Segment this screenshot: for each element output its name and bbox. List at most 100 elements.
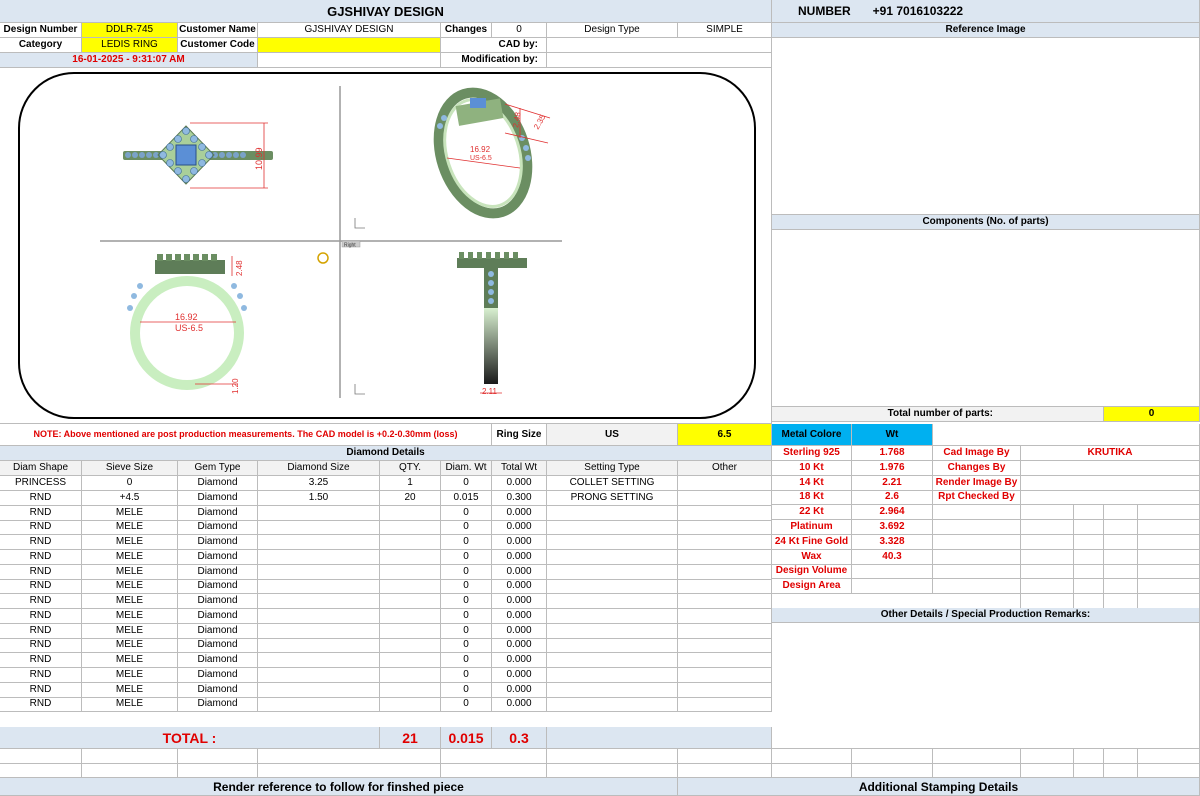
diamond-cell-other[interactable] [678, 505, 772, 521]
diamond-cell-total-wt[interactable]: 0.000 [492, 608, 547, 624]
diamond-cell-other[interactable] [678, 520, 772, 536]
diamond-cell-qty[interactable] [380, 667, 441, 683]
diamond-cell-diam-shape[interactable]: RND [0, 623, 82, 639]
diamond-cell-other[interactable] [678, 476, 772, 491]
diamond-cell-gem-type[interactable]: Diamond [178, 490, 258, 506]
diamond-cell-diam-wt[interactable]: 0 [441, 564, 492, 580]
diamond-cell-sieve-size[interactable]: MELE [82, 520, 178, 536]
diamond-cell-diam-shape[interactable]: RND [0, 682, 82, 698]
diamond-cell-gem-type[interactable]: Diamond [178, 682, 258, 698]
metal-weight[interactable]: 40.3 [852, 549, 933, 565]
diamond-cell-diam-shape[interactable]: RND [0, 667, 82, 683]
diamond-cell-diamond-size[interactable]: 1.50 [258, 490, 380, 506]
diamond-cell-gem-type[interactable]: Diamond [178, 476, 258, 491]
credit-value[interactable] [1021, 475, 1200, 491]
diamond-cell-gem-type[interactable]: Diamond [178, 697, 258, 713]
diamond-cell-total-wt[interactable]: 0.000 [492, 549, 547, 565]
diamond-cell-setting-type[interactable] [547, 638, 678, 654]
diamond-cell-qty[interactable] [380, 682, 441, 698]
metal-weight[interactable] [852, 564, 933, 580]
modification-by-value[interactable] [547, 53, 772, 68]
diamond-cell-qty[interactable] [380, 594, 441, 609]
diamond-cell-sieve-size[interactable]: MELE [82, 579, 178, 595]
diamond-cell-diamond-size[interactable] [258, 682, 380, 698]
diamond-cell-total-wt[interactable]: 0.000 [492, 623, 547, 639]
metal-weight[interactable]: 2.21 [852, 475, 933, 491]
diamond-cell-diam-shape[interactable]: RND [0, 638, 82, 654]
diamond-cell-diamond-size[interactable] [258, 535, 380, 550]
diamond-cell-setting-type[interactable] [547, 549, 678, 565]
diamond-cell-total-wt[interactable]: 0.000 [492, 697, 547, 713]
diamond-cell-diam-wt[interactable]: 0 [441, 476, 492, 491]
diamond-cell-diam-wt[interactable]: 0.015 [441, 490, 492, 506]
ring-size-value[interactable]: 6.5 [678, 424, 772, 446]
total-parts-value[interactable]: 0 [1104, 407, 1200, 422]
diamond-cell-other[interactable] [678, 623, 772, 639]
diamond-cell-sieve-size[interactable]: MELE [82, 564, 178, 580]
diamond-cell-sieve-size[interactable]: 0 [82, 476, 178, 491]
diamond-cell-setting-type[interactable] [547, 697, 678, 713]
diamond-cell-other[interactable] [678, 579, 772, 595]
diamond-cell-diamond-size[interactable] [258, 623, 380, 639]
diamond-cell-diamond-size[interactable] [258, 667, 380, 683]
credit-value[interactable] [1021, 460, 1200, 476]
diamond-cell-total-wt[interactable]: 0.000 [492, 638, 547, 654]
customer-name-value[interactable]: GJSHIVAY DESIGN [258, 23, 441, 38]
diamond-cell-sieve-size[interactable]: MELE [82, 608, 178, 624]
diamond-cell-setting-type[interactable] [547, 564, 678, 580]
diamond-cell-sieve-size[interactable]: MELE [82, 535, 178, 550]
diamond-cell-qty[interactable] [380, 623, 441, 639]
diamond-cell-other[interactable] [678, 667, 772, 683]
diamond-cell-diam-wt[interactable]: 0 [441, 505, 492, 521]
design-type-value[interactable]: SIMPLE [678, 23, 772, 38]
diamond-cell-setting-type[interactable] [547, 535, 678, 550]
diamond-cell-qty[interactable] [380, 608, 441, 624]
design-number-value[interactable]: DDLR-745 [82, 23, 178, 38]
diamond-cell-diam-wt[interactable]: 0 [441, 623, 492, 639]
diamond-cell-diam-wt[interactable]: 0 [441, 579, 492, 595]
diamond-cell-other[interactable] [678, 697, 772, 713]
diamond-cell-diamond-size[interactable]: 3.25 [258, 476, 380, 491]
diamond-cell-qty[interactable] [380, 520, 441, 536]
diamond-cell-gem-type[interactable]: Diamond [178, 520, 258, 536]
diamond-cell-qty[interactable] [380, 535, 441, 550]
diamond-cell-qty[interactable]: 1 [380, 476, 441, 491]
diamond-cell-diam-wt[interactable]: 0 [441, 594, 492, 609]
diamond-cell-diamond-size[interactable] [258, 594, 380, 609]
diamond-cell-diam-shape[interactable]: RND [0, 653, 82, 668]
diamond-cell-diam-wt[interactable]: 0 [441, 535, 492, 550]
diamond-cell-sieve-size[interactable]: +4.5 [82, 490, 178, 506]
changes-value[interactable]: 0 [492, 23, 547, 38]
diamond-cell-qty[interactable] [380, 549, 441, 565]
diamond-cell-diam-wt[interactable]: 0 [441, 653, 492, 668]
diamond-cell-other[interactable] [678, 594, 772, 609]
diamond-cell-sieve-size[interactable]: MELE [82, 653, 178, 668]
diamond-cell-diam-shape[interactable]: RND [0, 697, 82, 713]
diamond-cell-gem-type[interactable]: Diamond [178, 535, 258, 550]
diamond-cell-diam-wt[interactable]: 0 [441, 667, 492, 683]
diamond-cell-total-wt[interactable]: 0.000 [492, 564, 547, 580]
diamond-cell-diam-shape[interactable]: RND [0, 505, 82, 521]
diamond-cell-gem-type[interactable]: Diamond [178, 594, 258, 609]
diamond-cell-gem-type[interactable]: Diamond [178, 505, 258, 521]
diamond-cell-gem-type[interactable]: Diamond [178, 608, 258, 624]
diamond-cell-diamond-size[interactable] [258, 564, 380, 580]
diamond-cell-diam-wt[interactable]: 0 [441, 682, 492, 698]
diamond-cell-setting-type[interactable]: PRONG SETTING [547, 490, 678, 506]
diamond-cell-diam-wt[interactable]: 0 [441, 697, 492, 713]
diamond-cell-sieve-size[interactable]: MELE [82, 697, 178, 713]
diamond-cell-other[interactable] [678, 682, 772, 698]
diamond-cell-setting-type[interactable]: COLLET SETTING [547, 476, 678, 491]
diamond-cell-total-wt[interactable]: 0.000 [492, 535, 547, 550]
diamond-cell-qty[interactable] [380, 579, 441, 595]
category-value[interactable]: LEDIS RING [82, 38, 178, 53]
diamond-cell-diamond-size[interactable] [258, 579, 380, 595]
diamond-cell-diamond-size[interactable] [258, 608, 380, 624]
diamond-cell-diam-shape[interactable]: RND [0, 549, 82, 565]
diamond-cell-sieve-size[interactable]: MELE [82, 682, 178, 698]
diamond-cell-total-wt[interactable]: 0.000 [492, 682, 547, 698]
diamond-cell-other[interactable] [678, 653, 772, 668]
diamond-cell-sieve-size[interactable]: MELE [82, 549, 178, 565]
diamond-cell-qty[interactable] [380, 638, 441, 654]
diamond-cell-sieve-size[interactable]: MELE [82, 505, 178, 521]
